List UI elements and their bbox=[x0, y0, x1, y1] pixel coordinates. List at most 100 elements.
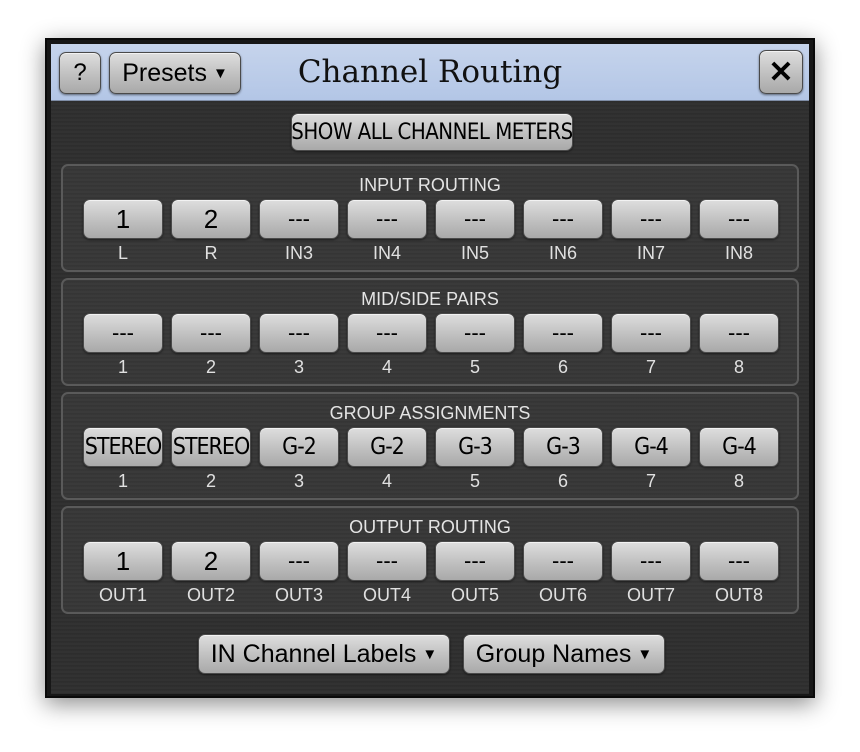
close-button[interactable]: ✕ bbox=[759, 50, 803, 94]
mid-side-label-3: 3 bbox=[293, 357, 304, 377]
output-channel-7: --- OUT7 bbox=[611, 541, 691, 609]
input-routing-section: INPUT ROUTING 1L 2R --- IN3 --- IN4 --- IN5… bbox=[61, 164, 799, 272]
input-channel-label-3: IN3 bbox=[284, 243, 313, 263]
mid-side-button-8[interactable]: --- bbox=[699, 313, 779, 353]
group-channel-8: G-4 8 bbox=[699, 427, 779, 495]
mid-side-button-2[interactable]: --- bbox=[171, 313, 251, 353]
input-routing-button-8[interactable]: --- bbox=[699, 199, 779, 239]
input-routing-button-2[interactable]: 2 bbox=[171, 199, 251, 239]
input-routing-button-1[interactable]: 1 bbox=[83, 199, 163, 239]
output-routing-button-7[interactable]: --- bbox=[611, 541, 691, 581]
input-channel-5: --- IN5 bbox=[435, 199, 515, 267]
output-routing-button-1[interactable]: 1 bbox=[83, 541, 163, 581]
input-routing-button-3[interactable]: --- bbox=[259, 199, 339, 239]
group-channel-7: G-4 7 bbox=[611, 427, 691, 495]
output-routing-button-4[interactable]: --- bbox=[347, 541, 427, 581]
group-assignment-button-3[interactable]: G-2 bbox=[259, 427, 339, 467]
output-channel-label-8: OUT8 bbox=[714, 585, 763, 605]
show-all-channel-meters-button[interactable]: SHOW ALL CHANNEL METERS bbox=[291, 113, 573, 151]
mid-side-button-7[interactable]: --- bbox=[611, 313, 691, 353]
mid-side-channel-1: --- 1 bbox=[83, 313, 163, 381]
in-channel-labels-dropdown[interactable]: IN Channel Labels ▼ bbox=[198, 634, 450, 674]
group-assignment-button-8[interactable]: G-4 bbox=[699, 427, 779, 467]
group-channel-label-4: 4 bbox=[381, 471, 392, 491]
output-channel-3: --- OUT3 bbox=[259, 541, 339, 609]
group-channel-2: STEREO 2 bbox=[171, 427, 251, 495]
output-channel-8: --- OUT8 bbox=[699, 541, 779, 609]
output-channel-label-7: OUT7 bbox=[626, 585, 675, 605]
caret-down-icon: ▼ bbox=[422, 645, 438, 663]
section-title: GROUP ASSIGNMENTS bbox=[329, 403, 531, 423]
help-label: ? bbox=[73, 59, 87, 86]
mid-side-label-8: 8 bbox=[733, 357, 744, 377]
output-routing-button-8[interactable]: --- bbox=[699, 541, 779, 581]
group-channel-label-2: 2 bbox=[205, 471, 216, 491]
group-assignment-button-2[interactable]: STEREO bbox=[171, 427, 251, 467]
group-channel-label-7: 7 bbox=[645, 471, 656, 491]
mid-side-channel-2: --- 2 bbox=[171, 313, 251, 381]
title-bar[interactable]: ? Presets ▼ Channel Routing ✕ bbox=[51, 44, 809, 101]
mid-side-button-1[interactable]: --- bbox=[83, 313, 163, 353]
input-channel-label-5: IN5 bbox=[460, 243, 489, 263]
output-routing-button-2[interactable]: 2 bbox=[171, 541, 251, 581]
output-routing-button-6[interactable]: --- bbox=[523, 541, 603, 581]
mid-side-label-1: 1 bbox=[117, 357, 128, 377]
group-assignment-button-1[interactable]: STEREO bbox=[83, 427, 163, 467]
routing-panel: SHOW ALL CHANNEL METERS INPUT ROUTING 1L… bbox=[51, 101, 809, 694]
group-channel-label-6: 6 bbox=[557, 471, 568, 491]
mid-side-button-4[interactable]: --- bbox=[347, 313, 427, 353]
group-channel-1: STEREO 1 bbox=[83, 427, 163, 495]
group-assignments-section: GROUP ASSIGNMENTS STEREO 1 STEREO 2 G-2 3 G… bbox=[61, 392, 799, 500]
mid-side-channel-8: --- 8 bbox=[699, 313, 779, 381]
mid-side-button-3[interactable]: --- bbox=[259, 313, 339, 353]
input-channel-8: --- IN8 bbox=[699, 199, 779, 267]
group-names-dropdown[interactable]: Group Names ▼ bbox=[463, 634, 665, 674]
help-button[interactable]: ? bbox=[59, 52, 101, 94]
group-channel-5: G-3 5 bbox=[435, 427, 515, 495]
output-channel-label-3: OUT3 bbox=[274, 585, 323, 605]
mid-side-button-6[interactable]: --- bbox=[523, 313, 603, 353]
input-routing-button-6[interactable]: --- bbox=[523, 199, 603, 239]
input-channel-label-7: IN7 bbox=[636, 243, 665, 263]
group-channel-label-3: 3 bbox=[293, 471, 304, 491]
group-channel-label-1: 1 bbox=[117, 471, 128, 491]
input-channel-1: 1L bbox=[83, 199, 163, 267]
input-channel-label-6: IN6 bbox=[548, 243, 577, 263]
group-assignment-button-6[interactable]: G-3 bbox=[523, 427, 603, 467]
output-channel-6: --- OUT6 bbox=[523, 541, 603, 609]
mid-side-channel-4: --- 4 bbox=[347, 313, 427, 381]
output-routing-button-5[interactable]: --- bbox=[435, 541, 515, 581]
mid-side-button-5[interactable]: --- bbox=[435, 313, 515, 353]
output-routing-button-3[interactable]: --- bbox=[259, 541, 339, 581]
output-channel-label-5: OUT5 bbox=[450, 585, 499, 605]
group-assignment-button-7[interactable]: G-4 bbox=[611, 427, 691, 467]
mid-side-channel-6: --- 6 bbox=[523, 313, 603, 381]
mid-side-channel-7: --- 7 bbox=[611, 313, 691, 381]
section-title: INPUT ROUTING bbox=[359, 175, 501, 195]
input-channel-label-4: IN4 bbox=[372, 243, 401, 263]
group-assignment-button-5[interactable]: G-3 bbox=[435, 427, 515, 467]
input-channel-label-2: R bbox=[204, 243, 218, 263]
input-channel-7: --- IN7 bbox=[611, 199, 691, 267]
mid-side-channel-3: --- 3 bbox=[259, 313, 339, 381]
input-channel-6: --- IN6 bbox=[523, 199, 603, 267]
input-channel-4: --- IN4 bbox=[347, 199, 427, 267]
input-channel-label-1: L bbox=[117, 243, 128, 263]
mid-side-channel-5: --- 5 bbox=[435, 313, 515, 381]
group-channel-4: G-2 4 bbox=[347, 427, 427, 495]
output-channel-label-4: OUT4 bbox=[362, 585, 411, 605]
mid-side-label-2: 2 bbox=[205, 357, 216, 377]
output-channel-label-1: OUT1 bbox=[98, 585, 147, 605]
group-assignment-button-4[interactable]: G-2 bbox=[347, 427, 427, 467]
caret-down-icon: ▼ bbox=[637, 645, 653, 663]
presets-label: Presets bbox=[122, 58, 207, 87]
output-channel-label-6: OUT6 bbox=[538, 585, 587, 605]
input-routing-button-7[interactable]: --- bbox=[611, 199, 691, 239]
input-routing-button-5[interactable]: --- bbox=[435, 199, 515, 239]
group-channel-label-8: 8 bbox=[733, 471, 744, 491]
input-routing-button-4[interactable]: --- bbox=[347, 199, 427, 239]
presets-dropdown[interactable]: Presets ▼ bbox=[109, 52, 241, 94]
channel-routing-window: ? Presets ▼ Channel Routing ✕ SHOW ALL CH… bbox=[45, 38, 815, 698]
group-channel-3: G-2 3 bbox=[259, 427, 339, 495]
mid-side-pairs-section: MID/SIDE PAIRS --- 1 --- 2 --- 3 --- 4 --- 5 … bbox=[61, 278, 799, 386]
